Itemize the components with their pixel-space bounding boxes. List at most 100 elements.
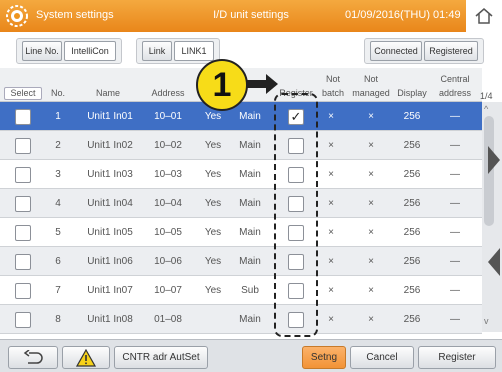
home-icon[interactable] — [466, 0, 502, 32]
select-checkbox[interactable] — [15, 108, 31, 125]
not-batch-header-line1: Not — [325, 74, 340, 84]
link-button[interactable]: Link — [142, 41, 172, 61]
not-batch-cell: × — [328, 285, 334, 296]
no-cell: 1 — [55, 111, 61, 122]
scroll-down-icon[interactable]: v — [484, 316, 489, 326]
central-header-line2: address — [438, 88, 472, 98]
name-header: Name — [95, 88, 120, 98]
central-cell: — — [450, 227, 460, 238]
not-batch-cell: × — [328, 169, 334, 180]
not-managed-cell: × — [368, 227, 374, 238]
back-icon — [23, 349, 43, 364]
cntr-adr-autoset-button[interactable]: CNTR adr AutSet — [114, 346, 208, 369]
name-cell: Unit1 In07 — [87, 285, 133, 296]
table-row[interactable]: 5 Unit1 In05 10–05 Yes Main × × 256 — — [0, 218, 482, 247]
not-managed-header-line2: managed — [352, 88, 390, 98]
role-cell: Main — [239, 111, 261, 122]
select-cell — [8, 276, 38, 305]
cancel-button[interactable]: Cancel — [350, 346, 414, 369]
table-row[interactable]: 8 Unit1 In08 01–08 Main × × 256 — — [0, 305, 482, 334]
display-cell: 256 — [403, 314, 421, 325]
select-cell — [8, 160, 38, 189]
register-button[interactable]: Register — [418, 346, 496, 369]
not-batch-cell: × — [328, 314, 334, 325]
warning-icon — [76, 348, 96, 367]
page-prev-icon[interactable] — [484, 242, 502, 282]
name-cell: Unit1 In06 — [87, 256, 133, 267]
central-header-line1: Central — [440, 74, 470, 84]
not-batch-header-line2: batch — [321, 88, 345, 98]
table-row[interactable]: 7 Unit1 In07 10–07 Yes Sub × × 256 — — [0, 276, 482, 305]
address-cell: 01–08 — [154, 314, 182, 325]
no-cell: 3 — [55, 169, 61, 180]
scrollbar[interactable]: ^ v — [482, 102, 502, 332]
table-row[interactable]: 6 Unit1 In06 10–06 Yes Main × × 256 — — [0, 247, 482, 276]
callout-badge: 1 — [196, 59, 248, 111]
not-managed-cell: × — [368, 198, 374, 209]
central-cell: — — [450, 140, 460, 151]
yes-cell: Yes — [204, 227, 222, 238]
no-cell: 8 — [55, 314, 61, 325]
table-row[interactable]: 3 Unit1 In03 10–03 Yes Main × × 256 — — [0, 160, 482, 189]
display-cell: 256 — [403, 227, 421, 238]
connected-button[interactable]: Connected — [370, 41, 422, 61]
select-checkbox[interactable] — [15, 282, 31, 299]
name-cell: Unit1 In02 — [87, 140, 133, 151]
address-cell: 10–07 — [154, 285, 182, 296]
name-cell: Unit1 In03 — [87, 169, 133, 180]
not-managed-cell: × — [368, 285, 374, 296]
not-batch-cell: × — [328, 140, 334, 151]
line-no-button[interactable]: Line No. — [22, 41, 62, 61]
display-cell: 256 — [403, 140, 421, 151]
page-next-icon[interactable] — [484, 140, 502, 180]
no-header: No. — [50, 88, 65, 98]
warning-button[interactable] — [62, 346, 110, 369]
not-managed-header-line1: Not — [363, 74, 378, 84]
yes-cell: Yes — [204, 198, 222, 209]
no-cell: 4 — [55, 198, 61, 209]
select-header[interactable]: Select — [4, 87, 42, 100]
role-cell: Main — [239, 140, 261, 151]
no-cell: 5 — [55, 227, 61, 238]
table-row[interactable]: 1 Unit1 In01 10–01 Yes Main ✓ × × 256— — [0, 102, 482, 131]
select-checkbox[interactable] — [15, 195, 31, 212]
select-cell — [8, 189, 38, 218]
table-row[interactable]: 4 Unit1 In04 10–04 Yes Main × × 256 — — [0, 189, 482, 218]
address-cell: 10–06 — [154, 256, 182, 267]
select-cell — [8, 131, 38, 160]
name-cell: Unit1 In05 — [87, 227, 133, 238]
display-cell: 256 — [403, 169, 421, 180]
no-cell: 7 — [55, 285, 61, 296]
yes-cell — [196, 305, 230, 334]
select-cell — [8, 102, 38, 131]
role-cell: Sub — [241, 285, 259, 296]
central-cell: — — [450, 285, 460, 296]
select-cell — [8, 218, 38, 247]
central-cell: — — [450, 111, 460, 122]
select-checkbox[interactable] — [15, 166, 31, 183]
not-batch-cell: × — [328, 256, 334, 267]
select-checkbox[interactable] — [15, 224, 31, 241]
table-row[interactable]: 2 Unit1 In02 10–02 Yes Main × × 256 — — [0, 131, 482, 160]
scroll-up-icon[interactable]: ^ — [484, 104, 488, 114]
no-cell: 2 — [55, 140, 61, 151]
registered-button[interactable]: Registered — [424, 41, 478, 61]
intellicon-button[interactable]: IntelliCon — [64, 41, 116, 61]
page-indicator: 1/4 — [480, 91, 493, 101]
name-cell: Unit1 In01 — [87, 111, 133, 122]
select-checkbox[interactable] — [15, 137, 31, 154]
setting-button[interactable]: Setng — [302, 346, 346, 369]
link1-button[interactable]: LINK1 — [174, 41, 214, 61]
name-cell: Unit1 In08 — [87, 314, 133, 325]
select-checkbox[interactable] — [15, 311, 31, 328]
yes-cell: Yes — [204, 285, 222, 296]
role-cell: Main — [239, 227, 261, 238]
role-cell: Main — [239, 314, 261, 325]
back-button[interactable] — [8, 346, 58, 369]
central-cell: — — [450, 256, 460, 267]
address-cell: 10–01 — [154, 111, 182, 122]
role-cell: Main — [239, 198, 261, 209]
select-cell — [8, 305, 38, 334]
select-checkbox[interactable] — [15, 253, 31, 270]
address-header: Address — [151, 88, 185, 98]
